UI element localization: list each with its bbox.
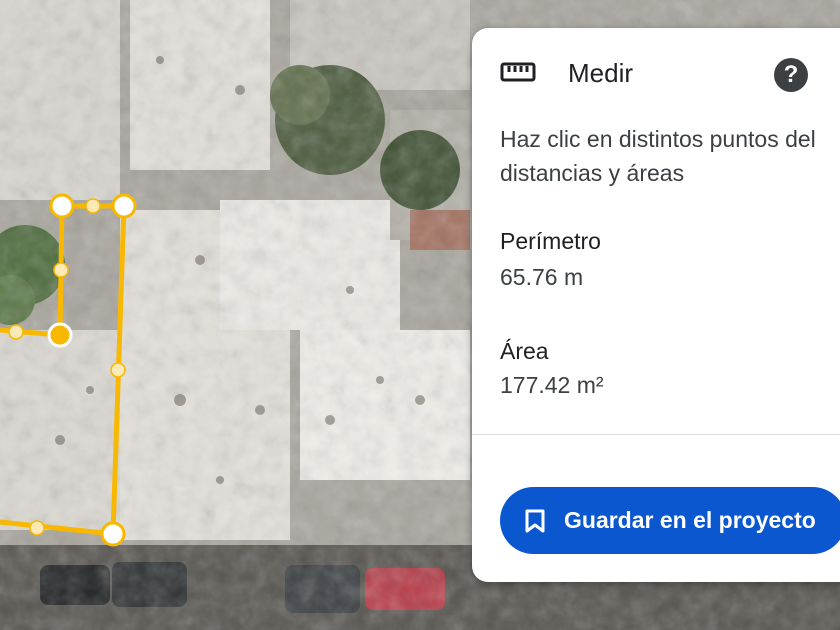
measure-midpoint[interactable] bbox=[8, 324, 24, 340]
help-icon[interactable]: ? bbox=[774, 58, 808, 92]
ruler-icon bbox=[500, 62, 536, 82]
measure-vertex-active[interactable] bbox=[47, 322, 73, 348]
save-button-label: Guardar en el proyecto bbox=[564, 507, 816, 533]
description-line: Haz clic en distintos puntos del bbox=[500, 126, 816, 152]
panel-description: Haz clic en distintos puntos del distanc… bbox=[500, 122, 840, 190]
measure-midpoint[interactable] bbox=[29, 520, 45, 536]
description-line: distancias y áreas bbox=[500, 160, 685, 186]
measure-path bbox=[0, 203, 127, 537]
measure-vertex[interactable] bbox=[49, 193, 75, 219]
measure-midpoint[interactable] bbox=[85, 198, 101, 214]
panel-header: Medir ? bbox=[472, 28, 840, 120]
area-label: Área bbox=[500, 338, 549, 364]
save-to-project-button[interactable]: Guardar en el proyecto bbox=[500, 487, 840, 554]
area-value: 177.42 m² bbox=[500, 372, 604, 398]
measure-vertex[interactable] bbox=[111, 193, 137, 219]
measure-midpoint[interactable] bbox=[110, 362, 126, 378]
perimeter-label: Perímetro bbox=[500, 228, 601, 254]
measure-vertex[interactable] bbox=[100, 521, 126, 547]
perimeter-value: 65.76 m bbox=[500, 264, 584, 290]
panel-divider bbox=[472, 434, 840, 435]
panel-title: Medir bbox=[568, 58, 634, 88]
measure-midpoint[interactable] bbox=[53, 262, 69, 278]
bookmark-icon bbox=[525, 509, 545, 533]
measure-panel: Medir ? Haz clic en distintos puntos del… bbox=[472, 28, 840, 582]
